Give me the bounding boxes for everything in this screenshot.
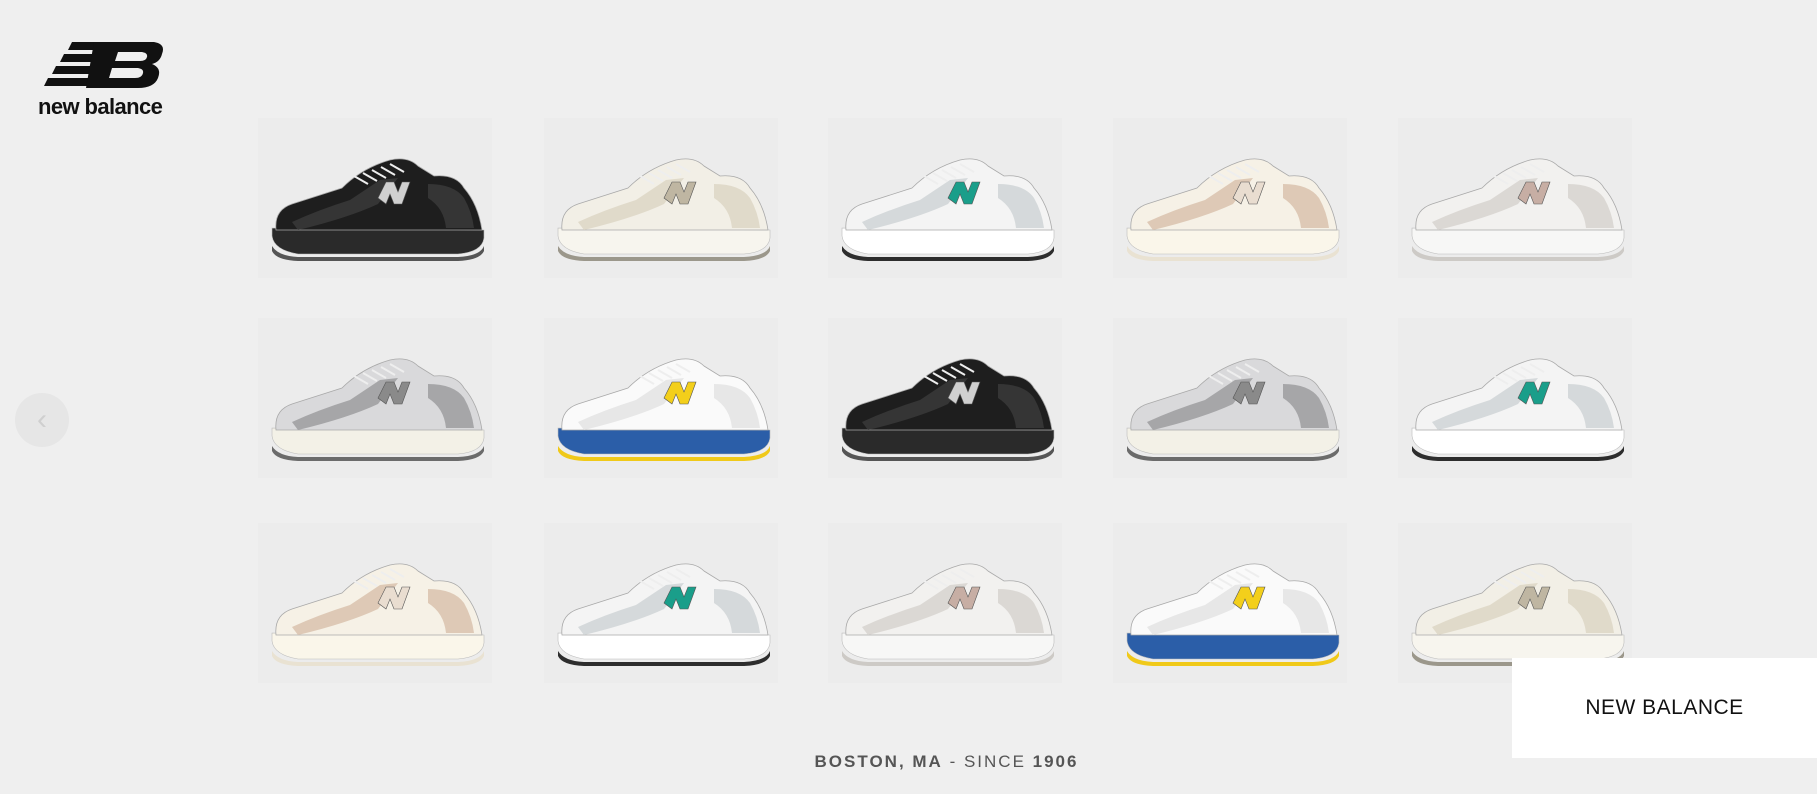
sneaker-image (1411, 158, 1625, 261)
product-tile[interactable] (828, 118, 1062, 278)
footer-separator: - (942, 752, 964, 771)
product-tile[interactable] (258, 118, 492, 278)
sneaker-image (1126, 358, 1340, 461)
footer-location: BOSTON, MA (814, 752, 943, 771)
brand-box[interactable]: NEW BALANCE (1512, 658, 1817, 758)
footer-year: 1906 (1032, 752, 1079, 771)
product-tile[interactable] (544, 118, 778, 278)
sneaker-image (1126, 563, 1340, 666)
sneaker-image (557, 563, 771, 666)
product-tile[interactable] (1398, 118, 1632, 278)
product-tile[interactable] (1113, 118, 1347, 278)
sneaker-image (841, 158, 1055, 261)
sneaker-image (1126, 158, 1340, 261)
sneaker-image (271, 358, 485, 461)
product-tile[interactable] (258, 523, 492, 683)
product-tile[interactable] (828, 523, 1062, 683)
product-tile[interactable] (544, 523, 778, 683)
sneaker-image (841, 358, 1055, 461)
product-tile[interactable] (258, 318, 492, 478)
sneaker-image (1411, 358, 1625, 461)
product-tile[interactable] (1398, 318, 1632, 478)
sneaker-image (557, 158, 771, 261)
sneaker-image (557, 358, 771, 461)
product-tile[interactable] (1113, 318, 1347, 478)
sneaker-image (271, 563, 485, 666)
product-tile[interactable] (544, 318, 778, 478)
product-tile[interactable] (828, 318, 1062, 478)
footer-since: SINCE (963, 752, 1033, 771)
product-tile[interactable] (1113, 523, 1347, 683)
sneaker-image (841, 563, 1055, 666)
brand-box-label: NEW BALANCE (1585, 696, 1744, 719)
sneaker-image (271, 158, 485, 261)
